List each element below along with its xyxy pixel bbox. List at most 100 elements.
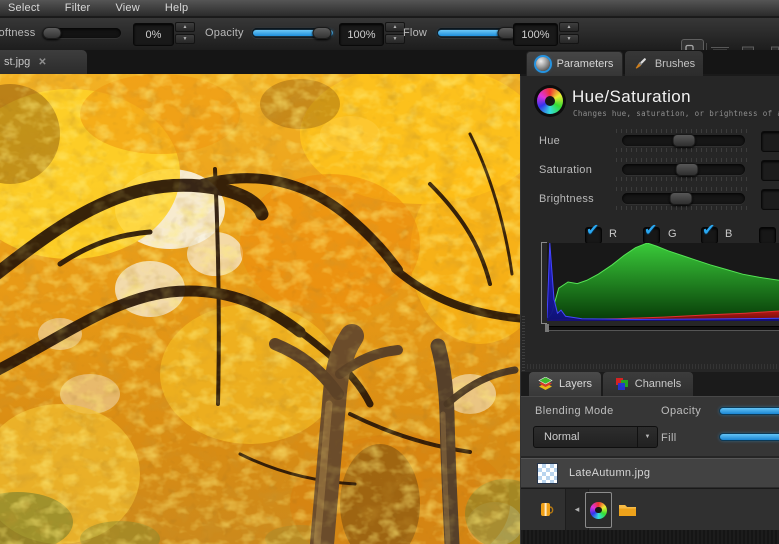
brightness-label: Brightness [539, 193, 594, 205]
saturation-label: Saturation [539, 164, 592, 176]
brightness-ticks-bottom [616, 206, 750, 210]
layer-opacity-slider[interactable] [719, 407, 779, 415]
hue-slider-row: Hue [521, 128, 779, 156]
histogram-range-handle[interactable] [545, 324, 549, 332]
hue-ticks-bottom [616, 148, 750, 152]
softness-value[interactable]: 0% [133, 23, 174, 46]
stepper-up-icon[interactable]: ▲ [175, 22, 195, 32]
red-channel-label: R [609, 228, 617, 240]
hue-slider[interactable] [622, 135, 745, 146]
adjustment-layer-button[interactable] [585, 492, 612, 528]
bucket-icon [538, 500, 555, 519]
red-channel-checkbox[interactable]: ✔ [585, 227, 602, 244]
new-folder-button[interactable] [614, 495, 641, 524]
saturation-slider-row: Saturation [521, 157, 779, 185]
layers-tab-bar: Layers Channels [521, 372, 779, 396]
extra-checkbox[interactable]: ✔ [759, 227, 776, 244]
layer-fill-slider[interactable] [719, 433, 779, 441]
folder-icon [618, 502, 637, 517]
tab-channels-label: Channels [635, 378, 681, 390]
tab-parameters[interactable]: Parameters [526, 51, 623, 76]
blending-mode-label: Blending Mode [535, 405, 614, 417]
layer-fill-label: Fill [661, 432, 677, 444]
softness-label: Softness [0, 27, 35, 39]
brightness-slider[interactable] [622, 193, 745, 204]
menu-help[interactable]: Help [165, 2, 201, 14]
saturation-ticks-bottom [616, 177, 750, 181]
softness-slider-thumb[interactable] [42, 27, 61, 39]
panel-resize-grip[interactable] [522, 316, 525, 374]
flow-value[interactable]: 100% [513, 23, 558, 46]
saturation-value-box[interactable] [761, 160, 779, 181]
layers-icon [538, 377, 553, 391]
opacity-value[interactable]: 100% [339, 23, 384, 46]
adjustment-subtitle: Changes hue, saturation, or brightness o… [573, 109, 779, 118]
tab-layers[interactable]: Layers [529, 372, 601, 396]
tab-parameters-label: Parameters [557, 58, 614, 70]
brightness-value-box[interactable] [761, 189, 779, 210]
opacity-slider-thumb[interactable] [313, 27, 332, 39]
bucket-button[interactable] [533, 496, 559, 523]
autumn-photo [0, 74, 520, 544]
close-icon[interactable]: ✕ [38, 57, 46, 68]
layer-thumbnail [537, 463, 558, 484]
check-icon: ✔ [644, 220, 657, 240]
check-icon: ✔ [702, 220, 715, 240]
stepper-up-icon[interactable]: ▲ [559, 22, 579, 32]
layer-row[interactable]: LateAutumn.jpg [521, 458, 779, 488]
opacity-slider[interactable] [252, 28, 332, 38]
layer-opacity-label: Opacity [661, 405, 701, 417]
hue-label: Hue [539, 135, 560, 147]
tab-brushes-label: Brushes [655, 58, 695, 70]
tab-channels[interactable]: Channels [603, 372, 693, 396]
softness-slider[interactable] [44, 28, 121, 38]
tab-brushes[interactable]: Brushes [625, 51, 703, 76]
brightness-ticks-top [616, 187, 750, 191]
stepper-down-icon[interactable]: ▼ [559, 34, 579, 44]
softness-stepper: ▲ ▼ [175, 22, 195, 44]
histogram-range-slider[interactable] [545, 326, 779, 331]
saturation-slider[interactable] [622, 164, 745, 175]
adjustment-title: Hue/Saturation [572, 87, 691, 107]
flow-stepper: ▲ ▼ [559, 22, 579, 44]
saturation-ticks-top [616, 158, 750, 162]
photo-editor-window: Select Filter View Help Softness 0% ▲ ▼ … [0, 0, 779, 544]
flow-label: Flow [403, 27, 427, 39]
stepper-up-icon[interactable]: ▲ [385, 22, 405, 32]
menu-select[interactable]: Select [8, 2, 53, 14]
layers-footer-bar: ◂ [521, 488, 779, 530]
flow-slider[interactable] [437, 28, 517, 38]
stepper-down-icon[interactable]: ▼ [175, 34, 195, 44]
divider-texture [527, 364, 777, 369]
saturation-slider-thumb[interactable] [676, 163, 699, 176]
menu-filter[interactable]: Filter [65, 2, 104, 14]
blue-channel-checkbox[interactable]: ✔ [701, 227, 718, 244]
check-icon: ✔ [586, 220, 599, 240]
tool-options-bar: Softness 0% ▲ ▼ Opacity 100% ▲ ▼ Flow 10… [0, 18, 779, 51]
hue-ticks-top [616, 129, 750, 133]
blend-mode-dropdown[interactable]: Normal ▼ [533, 426, 658, 448]
opacity-stepper: ▲ ▼ [385, 22, 405, 44]
brightness-slider-thumb[interactable] [670, 192, 693, 205]
blend-mode-value: Normal [534, 431, 637, 443]
layer-controls: Blending Mode Opacity Normal ▼ Fill [521, 396, 779, 456]
panel-bottom-strip [521, 530, 779, 544]
knob-icon [536, 57, 550, 71]
stepper-down-icon[interactable]: ▼ [385, 34, 405, 44]
blue-channel-label: B [725, 228, 732, 240]
chevron-down-icon: ▼ [637, 427, 657, 447]
histogram-plot [547, 243, 779, 321]
hue-slider-thumb[interactable] [672, 134, 695, 147]
hue-value-box[interactable] [761, 131, 779, 152]
channels-icon [615, 377, 629, 391]
document-tab[interactable]: st.jpg ✕ [0, 50, 87, 74]
tab-layers-label: Layers [559, 378, 592, 390]
green-channel-checkbox[interactable]: ✔ [643, 227, 660, 244]
brightness-slider-row: Brightness [521, 186, 779, 214]
menu-view[interactable]: View [115, 2, 152, 14]
canvas-image[interactable] [0, 74, 520, 544]
color-wheel-icon [537, 88, 563, 114]
document-tab-label: st.jpg [4, 56, 30, 68]
brush-icon [633, 56, 648, 71]
menu-bar: Select Filter View Help [0, 0, 779, 17]
